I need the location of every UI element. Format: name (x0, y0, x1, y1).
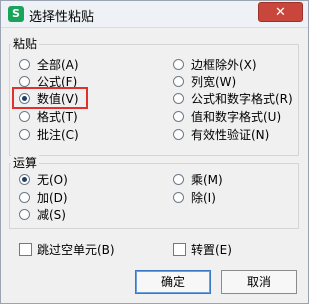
cancel-button[interactable]: 取消 (221, 270, 297, 294)
radio-icon (19, 209, 30, 220)
radio-icon (19, 76, 30, 87)
checkbox-icon (173, 243, 186, 256)
close-button[interactable]: ✕ (258, 2, 303, 22)
radio-icon (19, 192, 30, 203)
radio-icon (173, 129, 184, 140)
radio-icon (19, 111, 30, 122)
paste-group-label: 粘贴 (11, 35, 40, 52)
radio-icon (173, 192, 184, 203)
radio-icon (173, 93, 184, 104)
radio-icon (19, 59, 30, 70)
radio-icon (19, 129, 30, 140)
paste-special-dialog: S 选择性粘贴 ✕ 粘贴 全部(A) 公式(F) 数值(V) 格式(T) 批注(… (0, 0, 309, 304)
title-bar: S 选择性粘贴 ✕ (1, 1, 308, 28)
radio-icon (173, 76, 184, 87)
app-logo-icon: S (8, 6, 24, 22)
ok-button[interactable]: 确定 (135, 270, 211, 294)
highlight-box (12, 87, 88, 109)
radio-icon (173, 174, 184, 185)
dialog-title: 选择性粘贴 (29, 10, 95, 25)
checkbox-icon (19, 243, 32, 256)
operation-group-label: 运算 (11, 154, 40, 171)
radio-icon (173, 59, 184, 70)
radio-icon (173, 111, 184, 122)
radio-selected-icon (19, 174, 30, 185)
